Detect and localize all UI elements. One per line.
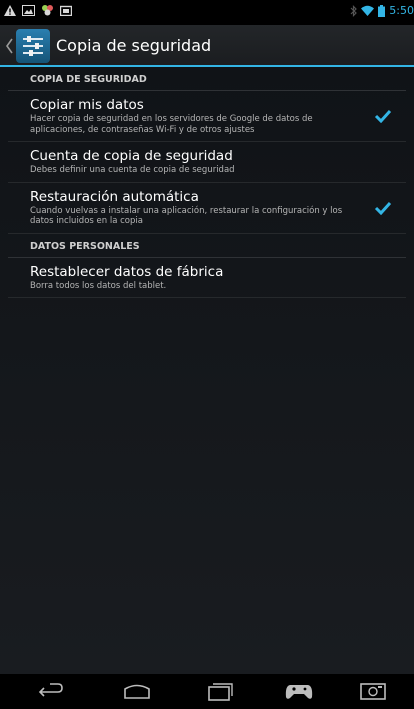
gallery-icon: [60, 5, 72, 16]
screenshot-icon[interactable]: [358, 680, 388, 702]
pref-factory-reset[interactable]: Restablecer datos de fábrica Borra todos…: [8, 258, 406, 298]
pref-summary: Borra todos los datos del tablet.: [30, 280, 167, 291]
pref-backup-account[interactable]: Cuenta de copia de seguridad Debes defin…: [8, 142, 406, 183]
sliders-icon: [23, 36, 43, 56]
pref-summary: Hacer copia de seguridad en los servidor…: [30, 114, 313, 135]
home-icon[interactable]: [122, 680, 152, 702]
pref-title: Cuenta de copia de seguridad: [30, 148, 233, 164]
pref-copy-my-data[interactable]: Copiar mis datos Hacer copia de segurida…: [8, 91, 406, 142]
pref-summary: Debes definir una cuenta de copia de seg…: [30, 165, 235, 175]
image-icon: [22, 4, 35, 16]
page-title: Copia de seguridad: [56, 36, 212, 55]
settings-list: COPIA DE SEGURIDAD Copiar mis datos Hace…: [0, 67, 414, 674]
pref-summary: Cuando vuelvas a instalar una aplicación…: [30, 205, 343, 227]
clock: 5:50: [389, 4, 414, 17]
system-icons: 5:50: [350, 4, 414, 17]
app-notification-icon: [42, 5, 53, 16]
settings-app-icon[interactable]: [16, 29, 50, 63]
navigation-bar: [0, 674, 414, 709]
section-header-personal: DATOS PERSONALES: [8, 240, 406, 258]
back-icon[interactable]: [36, 680, 66, 702]
notification-icons: [4, 4, 72, 16]
status-bar: 5:50: [0, 0, 414, 25]
battery-icon: [378, 4, 386, 17]
pref-title: Copiar mis datos: [30, 97, 144, 113]
bluetooth-icon: [350, 4, 358, 17]
warning-icon: [4, 4, 16, 16]
wifi-icon: [361, 5, 375, 16]
pref-title: Restablecer datos de fábrica: [30, 263, 224, 280]
pref-auto-restore[interactable]: Restauración automática Cuando vuelvas a…: [8, 183, 406, 234]
recents-icon[interactable]: [205, 680, 235, 702]
gamepad-icon[interactable]: [284, 680, 314, 702]
action-bar: Copia de seguridad: [0, 25, 414, 67]
pref-title: Restauración automática: [30, 188, 199, 205]
checkmark-icon[interactable]: [374, 109, 392, 123]
checkmark-icon[interactable]: [374, 201, 392, 215]
section-header-backup: COPIA DE SEGURIDAD: [8, 73, 406, 91]
up-caret-icon[interactable]: [4, 37, 14, 55]
